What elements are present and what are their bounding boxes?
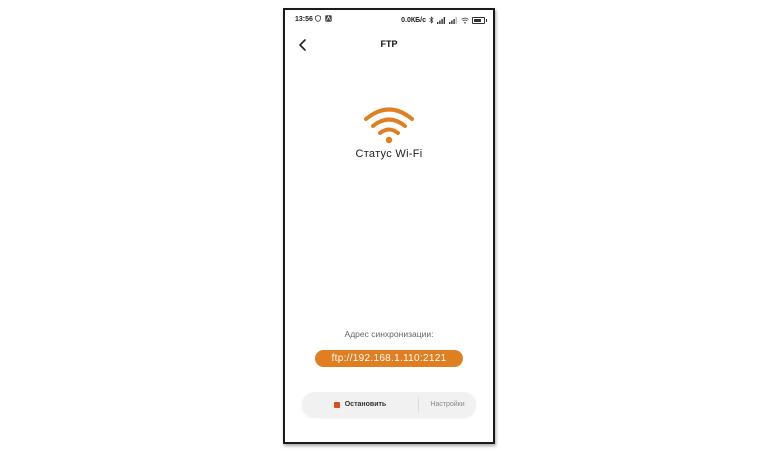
signal-icon [437,16,445,24]
bluetooth-icon [429,16,434,24]
wifi-icon [364,107,414,144]
stop-button-label: Остановить [344,401,387,408]
battery-icon [472,16,487,24]
status-left-icons [315,15,332,22]
status-right-icons: 0.0КБ/с [401,16,487,24]
sync-address-badge[interactable]: ftp://192.168.1.110:2121 [315,350,463,367]
status-time: 13:56 [295,16,313,23]
app-bar: FTP [285,34,493,56]
sync-address-label: Адрес синхронизации: [344,329,434,339]
wifi-status-icon [461,17,469,24]
app-notification-icon [325,15,332,22]
wifi-status-label: Статус Wi-Fi [355,148,423,160]
screen-stage: 13:56 0.0КБ/с FTP Статус Wi-Fi Адрес син… [0,0,776,452]
network-speed: 0.0КБ/с [401,16,426,24]
stop-icon [333,401,340,408]
stop-button[interactable]: Остановить [302,392,418,417]
wifi-status-graphic [285,106,493,144]
status-bar: 13:56 0.0КБ/с [285,10,493,30]
phone-frame: 13:56 0.0КБ/с FTP Статус Wi-Fi Адрес син… [283,8,495,444]
shield-icon [315,15,321,22]
signal-2-icon [449,16,457,24]
settings-button[interactable]: Настройки [419,392,476,417]
bottom-action-bar: Остановить Настройки [302,392,476,417]
page-title: FTP [380,39,398,49]
